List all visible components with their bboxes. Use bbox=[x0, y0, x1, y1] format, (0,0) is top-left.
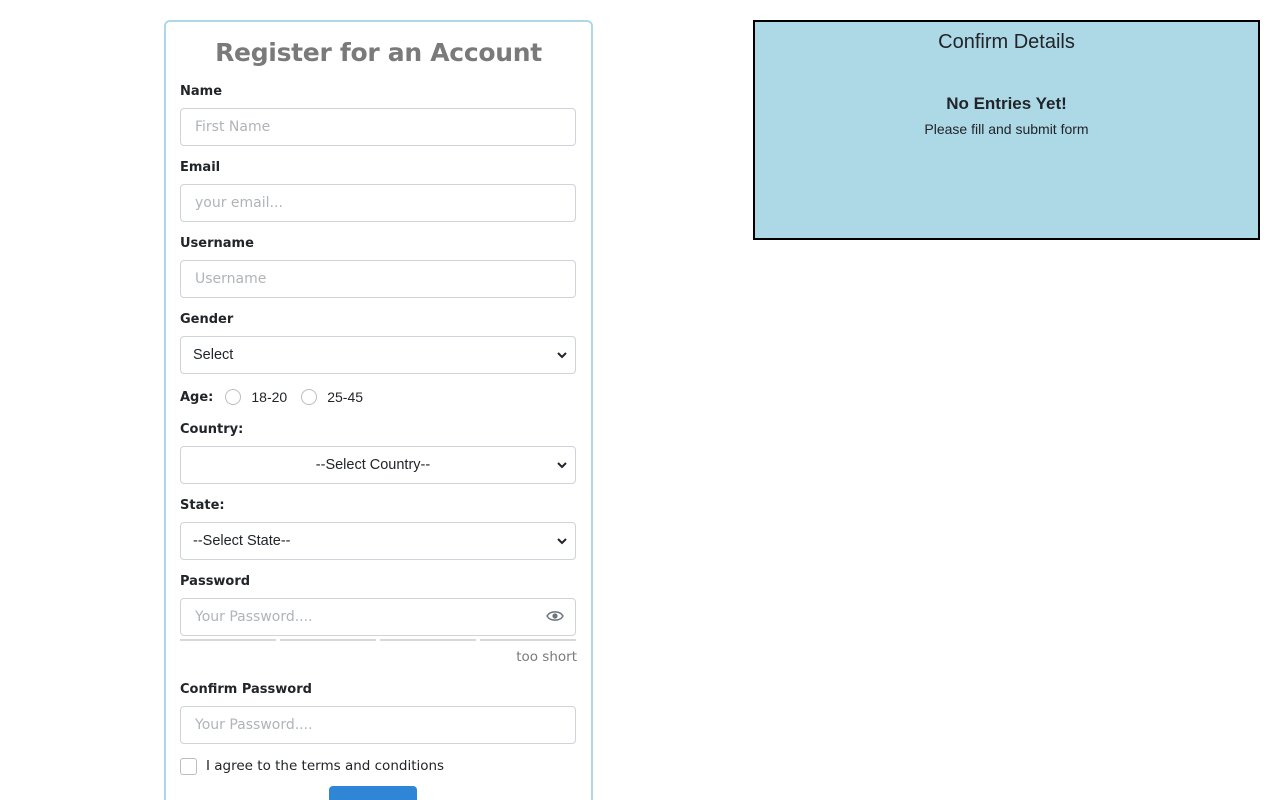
submit-button[interactable]: Submit bbox=[329, 786, 417, 800]
gender-label: Gender bbox=[180, 312, 234, 327]
state-select[interactable]: --Select State-- bbox=[180, 522, 576, 560]
strength-segment bbox=[280, 639, 376, 641]
gender-selected-value: Select bbox=[193, 347, 234, 363]
terms-checkbox[interactable] bbox=[180, 758, 197, 775]
name-label: Name bbox=[180, 84, 223, 99]
state-label: State: bbox=[180, 498, 225, 513]
empty-state-subtitle: Please fill and submit form bbox=[924, 121, 1089, 137]
username-input[interactable] bbox=[180, 260, 576, 298]
confirm-title: Confirm Details bbox=[938, 31, 1075, 53]
age-option-label: 25-45 bbox=[327, 389, 364, 405]
confirm-password-label: Confirm Password bbox=[180, 682, 312, 697]
country-selected-value: --Select Country-- bbox=[315, 457, 431, 473]
email-label: Email bbox=[180, 160, 221, 175]
strength-segment bbox=[480, 639, 576, 641]
age-radio-25-45[interactable] bbox=[301, 389, 318, 405]
country-select[interactable]: --Select Country-- bbox=[180, 446, 576, 484]
username-label: Username bbox=[180, 236, 254, 251]
name-input[interactable] bbox=[180, 108, 576, 146]
password-label: Password bbox=[180, 574, 251, 589]
country-label: Country: bbox=[180, 422, 244, 437]
confirm-password-input[interactable] bbox=[180, 706, 576, 744]
registration-form: Register for an Account Name Email Usern… bbox=[164, 20, 593, 800]
age-option-label: 18-20 bbox=[251, 389, 288, 405]
form-title: Register for an Account bbox=[215, 38, 542, 67]
chevron-down-icon bbox=[557, 538, 567, 545]
state-selected-value: --Select State-- bbox=[193, 533, 291, 549]
gender-select[interactable]: Select bbox=[180, 336, 576, 374]
chevron-down-icon bbox=[557, 462, 567, 469]
age-radio-18-20[interactable] bbox=[225, 389, 242, 405]
chevron-down-icon bbox=[557, 352, 567, 359]
password-strength-text: too short bbox=[516, 649, 577, 665]
age-radio-group: Age: 18-20 25-45 bbox=[180, 387, 377, 407]
confirm-details-panel: Confirm Details No Entries Yet! Please f… bbox=[753, 20, 1260, 240]
strength-segment bbox=[380, 639, 476, 641]
email-input[interactable] bbox=[180, 184, 576, 222]
eye-icon[interactable] bbox=[546, 609, 564, 623]
age-label: Age: bbox=[180, 389, 214, 405]
password-field-wrapper bbox=[166, 598, 591, 636]
password-strength-meter bbox=[180, 639, 576, 642]
empty-state-title: No Entries Yet! bbox=[946, 94, 1067, 113]
strength-segment bbox=[180, 639, 276, 641]
password-input[interactable] bbox=[180, 598, 576, 636]
terms-label: I agree to the terms and conditions bbox=[206, 758, 445, 774]
